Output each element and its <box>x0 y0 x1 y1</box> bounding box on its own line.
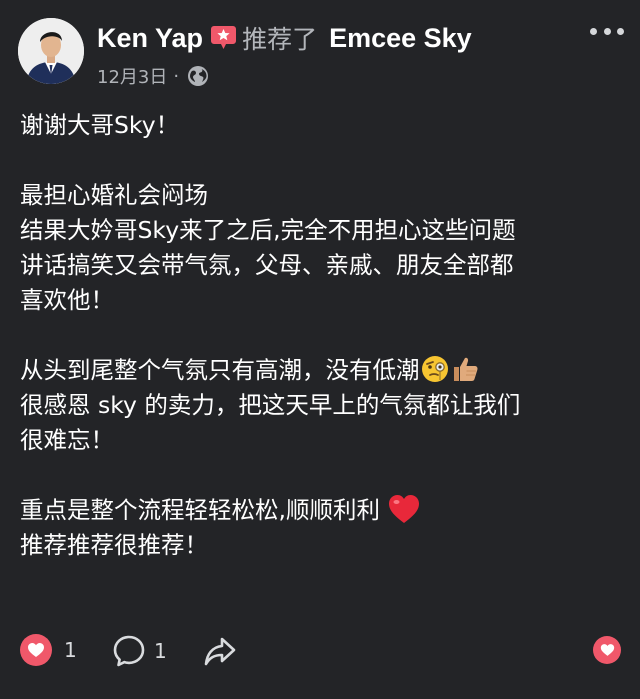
share-arrow-icon <box>204 637 236 666</box>
post-paragraph: 最担心婚礼会闷场 结果大妗哥Sky来了之后,完全不用担心这些问题 讲话搞笑又会带… <box>20 178 626 318</box>
comment-bubble-icon <box>113 635 145 667</box>
heart-reaction-icon <box>593 636 621 664</box>
post-header-line: Ken Yap 推荐了 Emcee Sky <box>97 20 472 56</box>
post-line: 很感恩 sky 的卖力，把这天早上的气氛都让我们 <box>20 391 521 419</box>
avatar-photo <box>18 18 84 84</box>
recommendation-post: Ken Yap 推荐了 Emcee Sky 12月3日 · 谢谢大哥Sky！ 最… <box>0 0 640 699</box>
more-horizontal-icon <box>590 27 597 35</box>
post-date[interactable]: 12月3日 <box>97 63 167 89</box>
more-options-button[interactable] <box>590 22 624 40</box>
post-line: 结果大妗哥Sky来了之后,完全不用担心这些问题 <box>20 216 516 244</box>
recommended-page-name[interactable]: Emcee Sky <box>329 23 472 54</box>
post-line-with-emoji: 重点是整个流程轻轻松松,顺顺利利 <box>20 493 626 528</box>
post-paragraph: 重点是整个流程轻轻松松,顺顺利利 推荐推荐很推荐！ <box>20 493 626 563</box>
heart-reaction-icon <box>20 634 52 666</box>
post-paragraph: 谢谢大哥Sky！ <box>20 108 626 143</box>
globe-icon <box>188 66 209 86</box>
post-meta: 12月3日 · <box>97 63 209 89</box>
author-avatar[interactable] <box>18 18 84 84</box>
post-line: 谢谢大哥Sky！ <box>20 111 180 139</box>
post-line-with-emoji: 从头到尾整个气氛只有高潮，没有低潮 <box>20 353 626 388</box>
post-line: 喜欢他！ <box>20 286 114 314</box>
reaction-button[interactable]: 1 <box>20 634 77 666</box>
face-with-monocle-emoji-icon <box>421 355 448 382</box>
meta-separator: · <box>173 65 180 87</box>
thumbs-up-emoji-icon <box>453 357 478 381</box>
red-heart-emoji-icon <box>389 494 420 523</box>
share-button[interactable] <box>203 634 237 668</box>
post-line: 很难忘！ <box>20 426 114 454</box>
post-line: 推荐推荐很推荐！ <box>20 531 208 559</box>
recommend-action-text: 推荐了 <box>242 25 318 54</box>
author-name[interactable]: Ken Yap <box>97 23 203 54</box>
post-line-text: 重点是整个流程轻轻松松,顺顺利利 <box>20 496 380 524</box>
comment-count: 1 <box>154 639 167 663</box>
post-actions-bar: 1 1 <box>0 630 640 674</box>
post-body: 谢谢大哥Sky！ 最担心婚礼会闷场 结果大妗哥Sky来了之后,完全不用担心这些问… <box>20 108 626 563</box>
post-line-text: 从头到尾整个气氛只有高潮，没有低潮 <box>20 356 420 384</box>
recommend-star-icon <box>211 25 237 49</box>
post-line: 最担心婚礼会闷场 <box>20 181 208 209</box>
reaction-count: 1 <box>64 638 77 662</box>
reaction-summary-badge[interactable] <box>593 636 621 664</box>
comment-button[interactable]: 1 <box>112 634 167 668</box>
post-line: 讲话搞笑又会带气氛，父母、亲戚、朋友全部都 <box>20 251 514 279</box>
post-paragraph: 从头到尾整个气氛只有高潮，没有低潮 很感恩 sky 的卖力，把这天早上的气氛都让… <box>20 353 626 458</box>
